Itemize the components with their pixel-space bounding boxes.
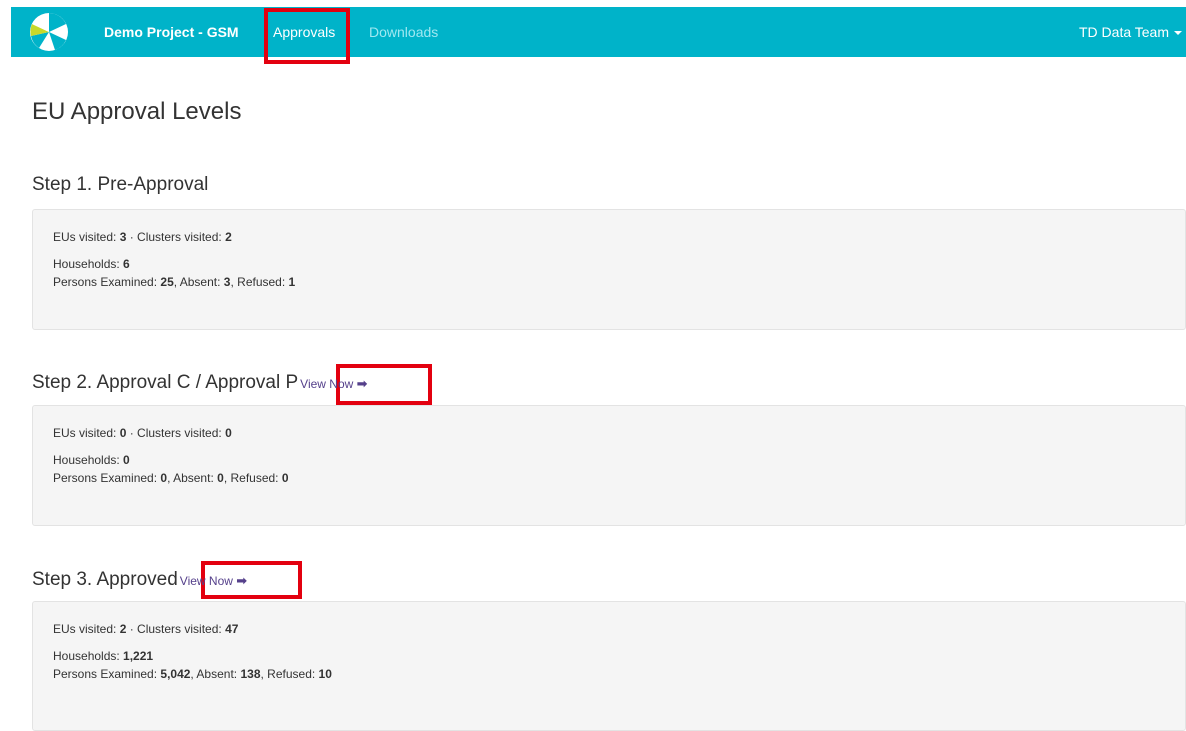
- step-1-persons-line: Persons Examined: 25, Absent: 3, Refused…: [53, 275, 296, 289]
- step-1-clusters-visited: 2: [225, 230, 232, 244]
- step-1-heading: Step 1. Pre-Approval: [32, 174, 208, 196]
- step-3-title: Step 3. Approved: [32, 569, 178, 590]
- caret-down-icon: [1174, 31, 1182, 36]
- step-3-visits-line: EUs visited: 2 · Clusters visited: 47: [53, 622, 239, 636]
- step-1-visits-line: EUs visited: 3 · Clusters visited: 2: [53, 230, 232, 244]
- right-arrow-icon: ➡: [236, 573, 248, 588]
- step-3-persons-examined: 5,042: [160, 667, 191, 681]
- project-brand-link[interactable]: Demo Project - GSM: [104, 7, 239, 57]
- user-menu-label: TD Data Team: [1079, 24, 1169, 40]
- step-3-heading: Step 3. Approved View Now ➡: [32, 569, 247, 591]
- user-menu-dropdown[interactable]: TD Data Team: [1079, 7, 1186, 57]
- step-3-households: 1,221: [123, 649, 154, 663]
- step-2-persons-line: Persons Examined: 0, Absent: 0, Refused:…: [53, 471, 289, 485]
- step-1-households-line: Households: 6: [53, 257, 130, 271]
- step-1-persons-examined: 25: [160, 275, 174, 289]
- nav-link-approvals[interactable]: Approvals: [273, 7, 335, 57]
- step-2-refused: 0: [281, 471, 289, 485]
- step-2-stats-panel: EUs visited: 0 · Clusters visited: 0 Hou…: [32, 405, 1186, 526]
- step-2-households-line: Households: 0: [53, 453, 130, 467]
- pie-chart-logo-icon[interactable]: [29, 12, 69, 52]
- top-navbar: Demo Project - GSM Approvals Downloads T…: [11, 7, 1186, 57]
- step-1-stats-panel: EUs visited: 3 · Clusters visited: 2 Hou…: [32, 209, 1186, 330]
- step-2-absent: 0: [217, 471, 224, 485]
- step-3-absent: 138: [240, 667, 261, 681]
- step-2-clusters-visited: 0: [225, 426, 232, 440]
- step-2-households: 0: [123, 453, 130, 467]
- step-2-view-now-link[interactable]: View Now ➡: [300, 376, 368, 391]
- right-arrow-icon: ➡: [356, 376, 368, 391]
- step-1-title: Step 1. Pre-Approval: [32, 174, 209, 195]
- step-3-stats-panel: EUs visited: 2 · Clusters visited: 47 Ho…: [32, 601, 1186, 731]
- step-1-households: 6: [123, 257, 130, 271]
- nav-link-downloads[interactable]: Downloads: [369, 7, 438, 57]
- step-3-clusters-visited: 47: [225, 622, 239, 636]
- step-2-heading: Step 2. Approval C / Approval P View Now …: [32, 372, 368, 394]
- step-3-refused: 10: [318, 667, 332, 681]
- page-title: EU Approval Levels: [32, 98, 242, 125]
- step-2-title: Step 2. Approval C / Approval P: [32, 372, 299, 393]
- step-3-persons-line: Persons Examined: 5,042, Absent: 138, Re…: [53, 667, 332, 681]
- step-3-view-now-link[interactable]: View Now ➡: [180, 573, 248, 588]
- step-2-visits-line: EUs visited: 0 · Clusters visited: 0: [53, 426, 232, 440]
- step-3-households-line: Households: 1,221: [53, 649, 154, 663]
- step-1-refused: 1: [288, 275, 296, 289]
